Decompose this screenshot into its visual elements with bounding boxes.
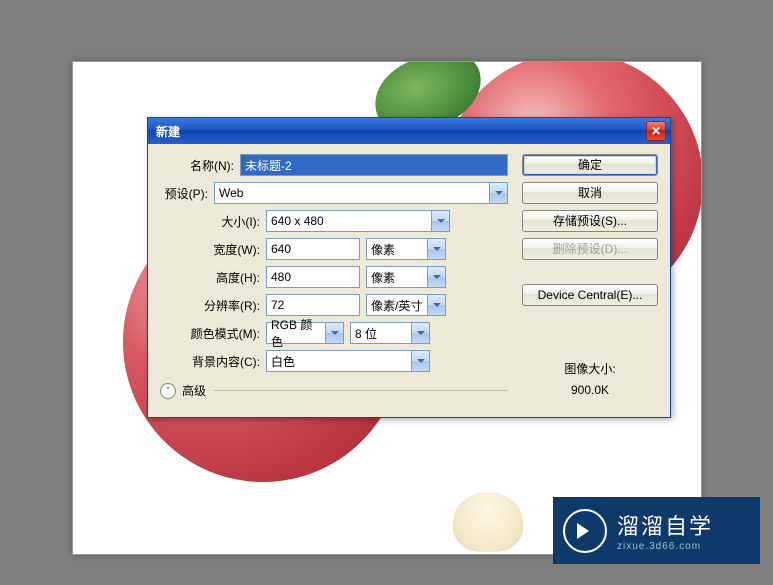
image-size-label: 图像大小: xyxy=(522,360,658,377)
name-label: 名称(N): xyxy=(160,157,240,174)
background-select[interactable]: 白色 xyxy=(266,350,430,372)
close-button[interactable]: ✕ xyxy=(646,121,666,141)
chevron-down-icon: ˇ xyxy=(167,386,170,396)
chevron-down-icon xyxy=(411,323,429,343)
watermark-title: 溜溜自学 xyxy=(617,509,713,541)
new-document-dialog: 新建 ✕ 名称(N): 预设(P): Web 大小(I): 640 x 480 xyxy=(147,117,671,418)
background-label: 背景内容(C): xyxy=(160,353,266,370)
preset-select[interactable]: Web xyxy=(214,182,508,204)
image-size-value: 900.0K xyxy=(522,383,658,397)
resolution-input[interactable] xyxy=(266,294,360,316)
delete-preset-button: 删除预设(D)... xyxy=(522,238,658,260)
chevron-down-icon xyxy=(427,267,445,287)
chevron-down-icon xyxy=(431,211,449,231)
play-icon xyxy=(563,509,607,553)
ok-button[interactable]: 确定 xyxy=(522,154,658,176)
chevron-down-icon xyxy=(427,239,445,259)
width-label: 宽度(W): xyxy=(160,241,266,258)
save-preset-button[interactable]: 存储预设(S)... xyxy=(522,210,658,232)
chevron-down-icon xyxy=(427,295,445,315)
chevron-down-icon xyxy=(325,323,343,343)
apple-core-image xyxy=(453,492,523,552)
width-input[interactable] xyxy=(266,238,360,260)
size-label: 大小(I): xyxy=(160,213,266,230)
size-select[interactable]: 640 x 480 xyxy=(266,210,450,232)
resolution-label: 分辨率(R): xyxy=(160,297,266,314)
advanced-label: 高级 xyxy=(182,382,206,399)
close-icon: ✕ xyxy=(651,124,661,138)
height-label: 高度(H): xyxy=(160,269,266,286)
colormode-label: 颜色模式(M): xyxy=(160,325,266,342)
device-central-button[interactable]: Device Central(E)... xyxy=(522,284,658,306)
dialog-title: 新建 xyxy=(156,123,180,140)
chevron-down-icon xyxy=(489,183,507,203)
chevron-down-icon xyxy=(411,351,429,371)
width-unit-select[interactable]: 像素 xyxy=(366,238,446,260)
height-input[interactable] xyxy=(266,266,360,288)
watermark-url: zixue.3d66.com xyxy=(617,541,713,552)
resolution-unit-select[interactable]: 像素/英寸 xyxy=(366,294,446,316)
cancel-button[interactable]: 取消 xyxy=(522,182,658,204)
preset-label: 预设(P): xyxy=(160,185,214,202)
colormode-select[interactable]: RGB 颜色 xyxy=(266,322,344,344)
watermark: 溜溜自学 zixue.3d66.com xyxy=(553,497,760,564)
advanced-toggle[interactable]: ˇ xyxy=(160,383,176,399)
dialog-titlebar[interactable]: 新建 ✕ xyxy=(148,118,670,144)
name-input[interactable] xyxy=(240,154,508,176)
bitdepth-select[interactable]: 8 位 xyxy=(350,322,430,344)
height-unit-select[interactable]: 像素 xyxy=(366,266,446,288)
divider xyxy=(214,390,508,391)
